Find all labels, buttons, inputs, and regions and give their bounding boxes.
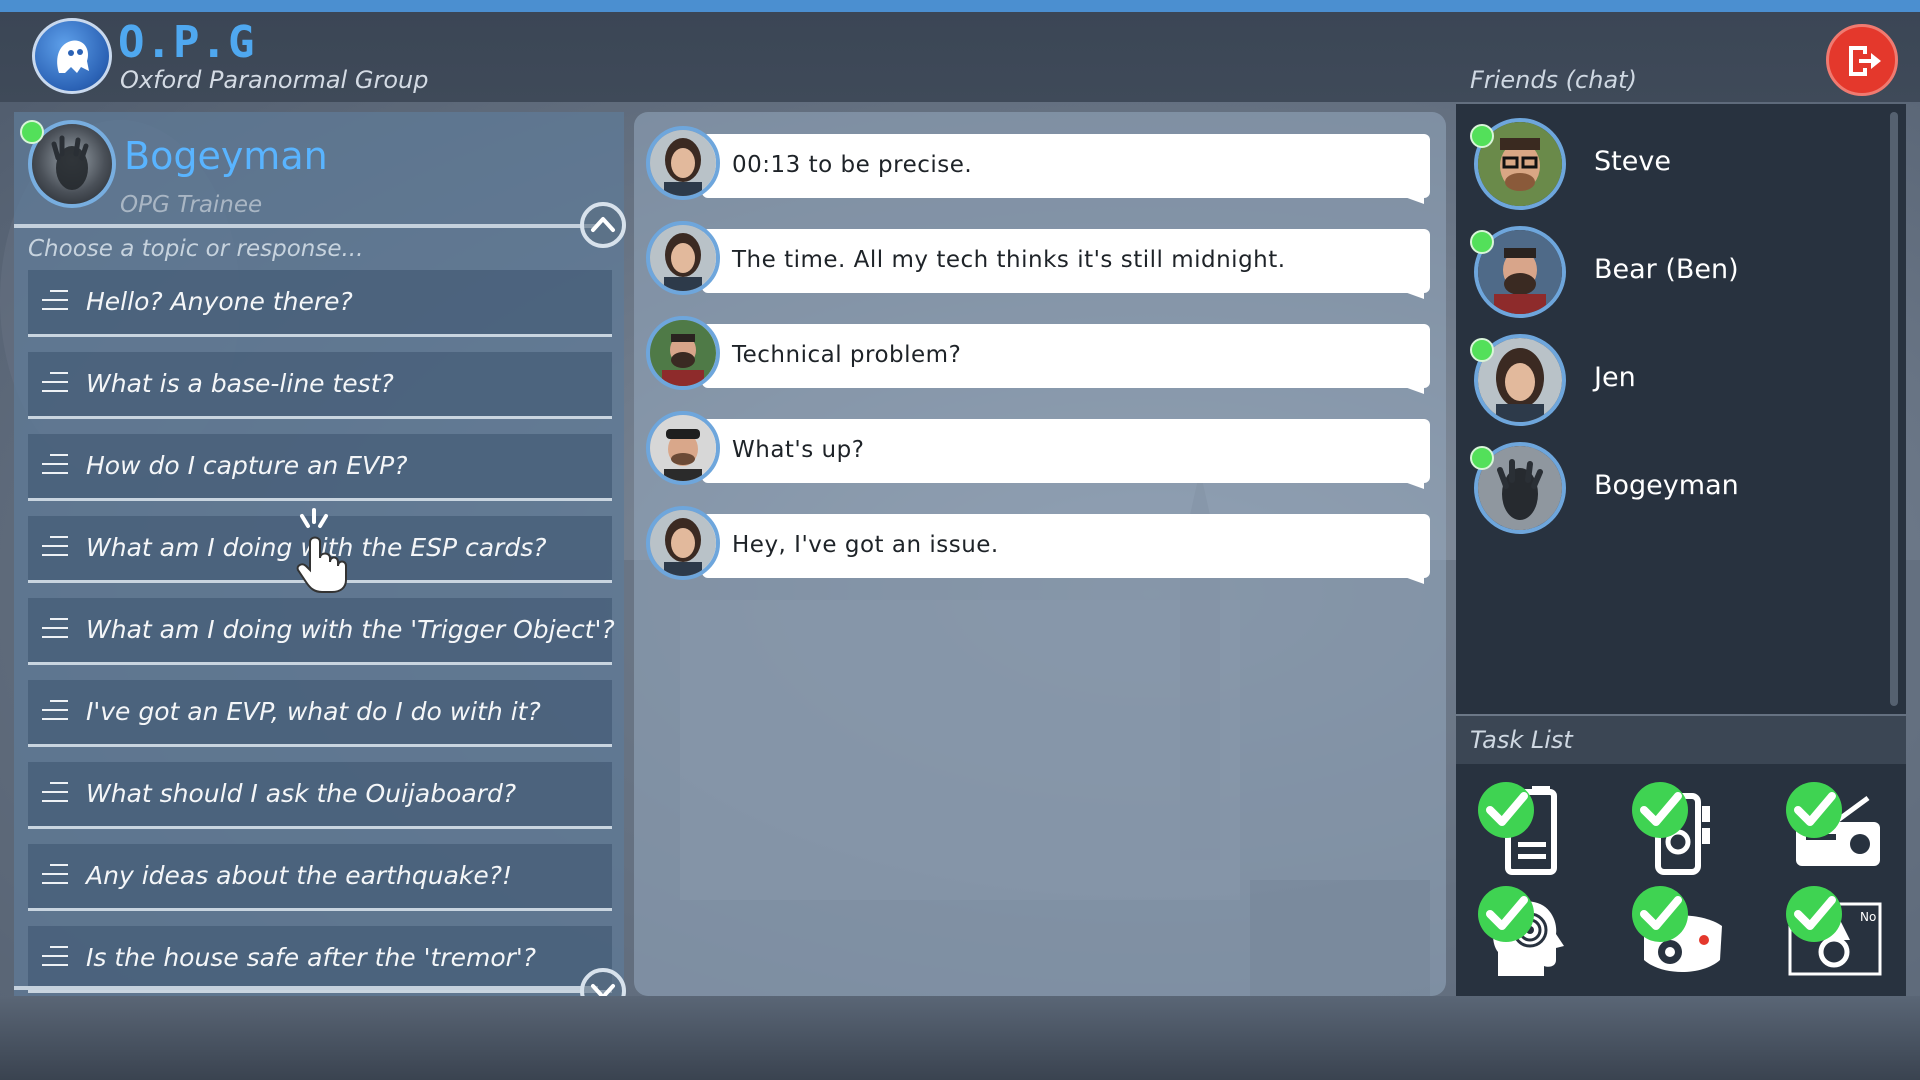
avatar [646,126,720,200]
friend-name: Bear (Ben) [1594,254,1739,285]
topic-label: Is the house safe after the 'tremor'? [86,943,537,972]
list-icon [42,864,68,886]
topic-item[interactable]: Hello? Anyone there? [28,270,612,337]
friend-name: Steve [1594,146,1671,177]
hand-cursor-icon [296,508,347,593]
chat-message: Hey, I've got an issue. [646,506,1432,584]
divider [14,224,598,228]
divider [14,986,598,990]
topic-item[interactable]: What should I ask the Ouijaboard? [28,762,612,829]
message-text: Technical problem? [732,342,962,368]
topic-list: Hello? Anyone there? What is a base-line… [28,270,615,1008]
topic-label: Hello? Anyone there? [86,287,353,316]
bubble-tail [1374,471,1424,489]
friend-item[interactable]: Bogeyman [1474,442,1894,538]
task-radio[interactable] [1786,782,1886,882]
list-icon [42,782,68,804]
topic-item[interactable]: Any ideas about the earthquake?! [28,844,612,911]
exit-button[interactable] [1826,24,1898,96]
list-icon [42,618,68,640]
topic-label: What should I ask the Ouijaboard? [86,779,517,808]
app-title: O.P.G [118,17,256,68]
friend-item[interactable]: Steve [1474,118,1894,214]
topic-item[interactable]: What is a base-line test? [28,352,612,419]
chat-message: The time. All my tech thinks it's still … [646,221,1432,299]
chevron-up-icon [591,217,615,232]
check-icon [1478,782,1534,838]
message-text: Hey, I've got an issue. [732,532,999,558]
topic-label: What is a base-line test? [86,369,394,398]
friend-item[interactable]: Bear (Ben) [1474,226,1894,322]
list-icon [42,290,68,312]
bubble-tail [1374,186,1424,204]
task-esp-cards[interactable] [1478,886,1578,986]
list-icon [42,372,68,394]
chat-message: 00:13 to be precise. [646,126,1432,204]
task-camera[interactable] [1632,886,1732,986]
topic-item[interactable]: I've got an EVP, what do I do with it? [28,680,612,747]
topic-label: How do I capture an EVP? [86,451,408,480]
friend-name: Jen [1594,362,1636,393]
online-indicator [1470,124,1494,148]
check-icon [1632,782,1688,838]
opg-ghost-logo [32,18,112,94]
online-indicator [1470,338,1494,362]
avatar [646,506,720,580]
topic-label: What am I doing with the 'Trigger Object… [86,615,615,644]
ouija-tag: No [1860,910,1877,924]
list-icon [42,946,68,968]
task-ouija-board[interactable]: No [1786,886,1886,986]
topic-item[interactable]: What am I doing with the 'Trigger Object… [28,598,615,665]
check-icon [1632,886,1688,942]
player-role: OPG Trainee [120,192,263,218]
player-name: Bogeyman [124,134,328,178]
message-text: The time. All my tech thinks it's still … [732,247,1286,273]
message-text: 00:13 to be precise. [732,152,973,178]
message-text: What's up? [732,437,865,463]
scroll-up-button[interactable] [580,202,626,248]
list-icon [42,536,68,558]
topic-item[interactable]: Is the house safe after the 'tremor'? [28,926,612,993]
list-icon [42,700,68,722]
task-clipboard[interactable] [1478,782,1578,882]
topic-label: I've got an EVP, what do I do with it? [86,697,541,726]
topic-label: Any ideas about the earthquake?! [86,861,513,890]
bottom-strip [0,996,1920,1080]
task-list-title: Task List [1470,726,1573,754]
friend-name: Bogeyman [1594,470,1739,501]
check-icon [1478,886,1534,942]
online-indicator [1470,446,1494,470]
check-icon [1786,782,1842,838]
chat-message: What's up? [646,411,1432,489]
avatar [646,221,720,295]
topic-item[interactable]: How do I capture an EVP? [28,434,612,501]
topic-prompt: Choose a topic or response... [28,236,364,262]
friends-title: Friends (chat) [1470,66,1637,94]
bubble-tail [1374,376,1424,394]
avatar [646,316,720,390]
friend-item[interactable]: Jen [1474,334,1894,430]
bubble-tail [1374,281,1424,299]
list-icon [42,454,68,476]
task-speaker[interactable] [1632,782,1732,882]
player-online-indicator [20,120,44,144]
exit-icon [1849,46,1881,76]
chat-message: Technical problem? [646,316,1432,394]
online-indicator [1470,230,1494,254]
check-icon [1786,886,1842,942]
avatar [646,411,720,485]
bubble-tail [1374,566,1424,584]
app-subtitle: Oxford Paranormal Group [120,66,429,94]
